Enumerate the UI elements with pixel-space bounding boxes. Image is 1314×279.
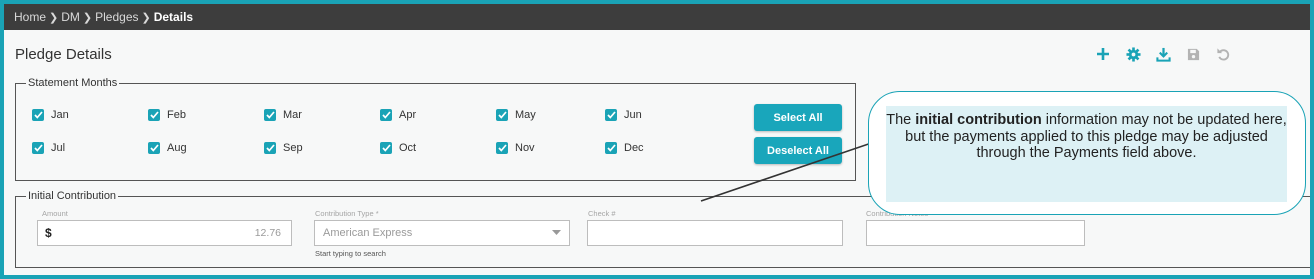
- check-icon: [605, 142, 617, 154]
- statement-months-legend: Statement Months: [28, 77, 118, 89]
- chevron-right-icon: ❯: [141, 11, 151, 24]
- month-label: May: [515, 109, 536, 121]
- breadcrumb-dm[interactable]: DM: [61, 10, 80, 24]
- page-content: Pledge Details Statement Months Jan Feb …: [4, 30, 1310, 275]
- add-icon[interactable]: [1088, 43, 1118, 65]
- contribution-type-select[interactable]: American Express: [314, 220, 570, 246]
- month-label: Aug: [167, 142, 187, 154]
- check-icon: [148, 109, 160, 121]
- check-icon: [496, 109, 508, 121]
- month-label: Jan: [51, 109, 69, 121]
- month-checkbox-jul[interactable]: Jul: [32, 142, 65, 154]
- check-icon: [32, 142, 44, 154]
- callout-bold: initial contribution: [915, 112, 1042, 128]
- deselect-all-button[interactable]: Deselect All: [754, 137, 842, 164]
- check-icon: [605, 109, 617, 121]
- breadcrumb: Home ❯ DM ❯ Pledges ❯ Details: [4, 4, 1310, 30]
- chevron-right-icon: ❯: [82, 11, 93, 24]
- amount-label: Amount: [42, 209, 68, 218]
- month-checkbox-sep[interactable]: Sep: [264, 142, 303, 154]
- month-label: Jul: [51, 142, 66, 154]
- month-checkbox-feb[interactable]: Feb: [148, 109, 186, 121]
- month-label: Oct: [399, 142, 417, 154]
- select-all-button[interactable]: Select All: [754, 104, 842, 131]
- amount-value: 12.76: [254, 227, 281, 239]
- contribution-type-label: Contribution Type *: [315, 209, 379, 218]
- download-icon[interactable]: [1148, 43, 1178, 65]
- undo-icon[interactable]: [1208, 43, 1238, 65]
- month-checkbox-jun[interactable]: Jun: [605, 109, 642, 121]
- callout-pre: The: [886, 112, 916, 128]
- check-icon: [264, 142, 276, 154]
- check-number-field[interactable]: [587, 220, 843, 246]
- statement-months-group: Statement Months Jan Feb Mar Apr May Jun…: [15, 77, 856, 181]
- save-icon[interactable]: [1178, 43, 1208, 65]
- breadcrumb-current: Details: [153, 10, 194, 24]
- gear-icon[interactable]: [1118, 43, 1148, 65]
- callout-text: The initial contribution information may…: [886, 106, 1287, 202]
- toolbar: [1088, 43, 1238, 65]
- breadcrumb-home[interactable]: Home: [14, 10, 46, 24]
- month-label: Feb: [167, 109, 186, 121]
- month-checkbox-may[interactable]: May: [496, 109, 536, 121]
- amount-field[interactable]: $ 12.76: [37, 220, 292, 246]
- month-label: Mar: [283, 109, 302, 121]
- check-number-label: Check #: [588, 209, 616, 218]
- check-icon: [148, 142, 160, 154]
- check-icon: [32, 109, 44, 121]
- dollar-prefix: $: [45, 226, 52, 240]
- contribution-notes-field[interactable]: [866, 220, 1085, 246]
- check-icon: [496, 142, 508, 154]
- check-icon: [380, 142, 392, 154]
- month-checkbox-apr[interactable]: Apr: [380, 109, 416, 121]
- chevron-right-icon: ❯: [49, 11, 59, 24]
- contribution-type-hint: Start typing to search: [315, 249, 386, 258]
- month-label: Apr: [399, 109, 417, 121]
- month-checkbox-dec[interactable]: Dec: [605, 142, 644, 154]
- breadcrumb-pledges[interactable]: Pledges: [95, 10, 138, 24]
- month-checkbox-jan[interactable]: Jan: [32, 109, 69, 121]
- month-checkbox-mar[interactable]: Mar: [264, 109, 302, 121]
- month-checkbox-aug[interactable]: Aug: [148, 142, 187, 154]
- month-label: Jun: [624, 109, 642, 121]
- app-frame: Home ❯ DM ❯ Pledges ❯ Details Pledge Det…: [4, 4, 1310, 275]
- month-checkbox-nov[interactable]: Nov: [496, 142, 535, 154]
- month-label: Sep: [283, 142, 303, 154]
- month-checkbox-oct[interactable]: Oct: [380, 142, 416, 154]
- dropdown-arrow-icon: [552, 230, 561, 235]
- check-icon: [380, 109, 392, 121]
- initial-contribution-legend: Initial Contribution: [28, 190, 117, 202]
- page-title: Pledge Details: [15, 46, 112, 63]
- annotation-callout: The initial contribution information may…: [868, 91, 1306, 215]
- contribution-type-value: American Express: [323, 227, 413, 239]
- month-label: Nov: [515, 142, 535, 154]
- month-label: Dec: [624, 142, 644, 154]
- check-icon: [264, 109, 276, 121]
